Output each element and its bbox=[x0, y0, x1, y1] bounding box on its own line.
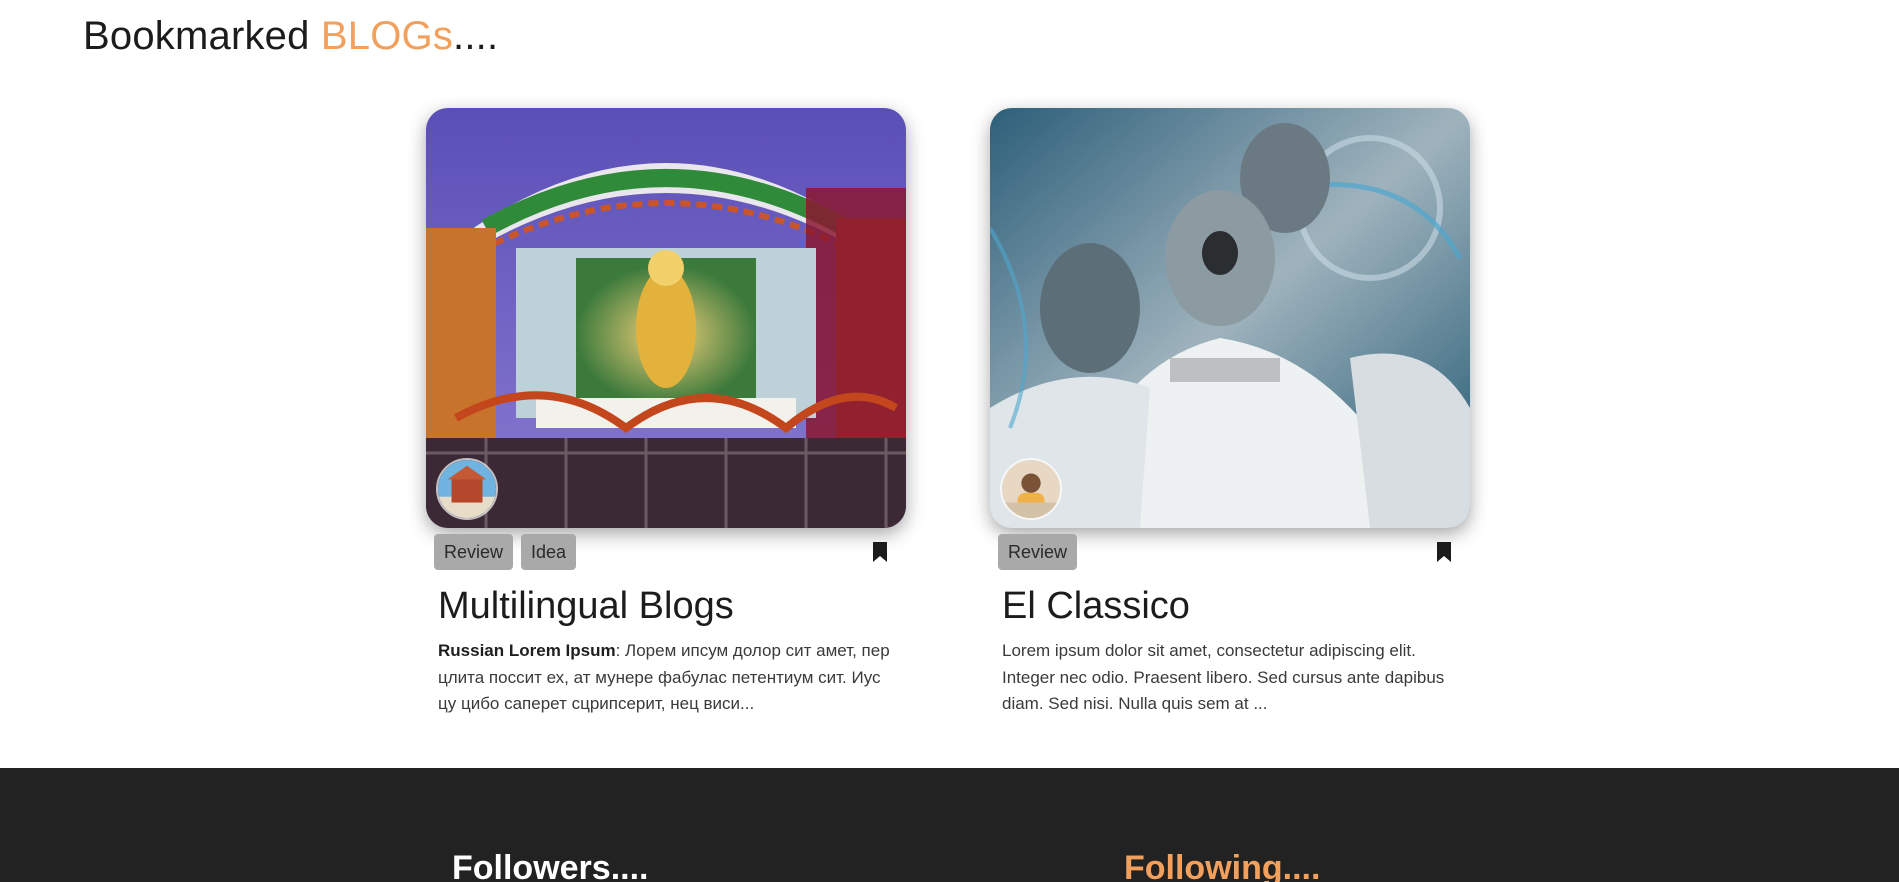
blog-card-title[interactable]: Multilingual Blogs bbox=[438, 584, 906, 628]
blog-card-meta: Review bbox=[990, 534, 1470, 578]
author-avatar-icon bbox=[438, 460, 496, 518]
blog-card-image[interactable] bbox=[990, 108, 1470, 528]
football-photo-icon bbox=[990, 108, 1470, 528]
tag-idea[interactable]: Idea bbox=[521, 534, 577, 570]
author-avatar[interactable] bbox=[436, 458, 498, 520]
blog-card-image[interactable] bbox=[426, 108, 906, 528]
tag-list: Review Idea bbox=[434, 534, 577, 570]
blog-card-excerpt: Lorem ipsum dolor sit amet, consectetur … bbox=[1002, 638, 1458, 718]
excerpt-text: Lorem ipsum dolor sit amet, consectetur … bbox=[1002, 641, 1445, 713]
page-title-prefix: Bookmarked bbox=[83, 14, 321, 58]
blog-card: Review Idea Multilingual Blogs Russian L… bbox=[426, 108, 906, 718]
tag-list: Review bbox=[998, 534, 1078, 570]
page-title: Bookmarked BLOGs.... bbox=[83, 14, 498, 59]
bookmark-icon[interactable] bbox=[872, 541, 888, 563]
blog-card: Review El Classico Lorem ipsum dolor sit… bbox=[990, 108, 1470, 718]
page-title-accent: BLOGs bbox=[320, 14, 454, 58]
footer-band: Followers.... Following.... bbox=[0, 768, 1899, 882]
tag-review[interactable]: Review bbox=[998, 534, 1078, 570]
author-avatar[interactable] bbox=[1000, 458, 1062, 520]
blog-card-excerpt: Russian Lorem Ipsum: Лорем ипсум долор с… bbox=[438, 638, 894, 718]
temple-photo-icon bbox=[426, 108, 906, 528]
author-avatar-icon bbox=[1002, 460, 1060, 518]
tag-review[interactable]: Review bbox=[434, 534, 514, 570]
blog-card-meta: Review Idea bbox=[426, 534, 906, 578]
page-title-suffix: .... bbox=[453, 14, 499, 58]
blog-card-title[interactable]: El Classico bbox=[1002, 584, 1470, 628]
excerpt-bold: Russian Lorem Ipsum bbox=[438, 641, 616, 660]
following-title: Following.... bbox=[1124, 849, 1321, 882]
bookmark-icon[interactable] bbox=[1436, 541, 1452, 563]
followers-title: Followers.... bbox=[452, 849, 649, 882]
